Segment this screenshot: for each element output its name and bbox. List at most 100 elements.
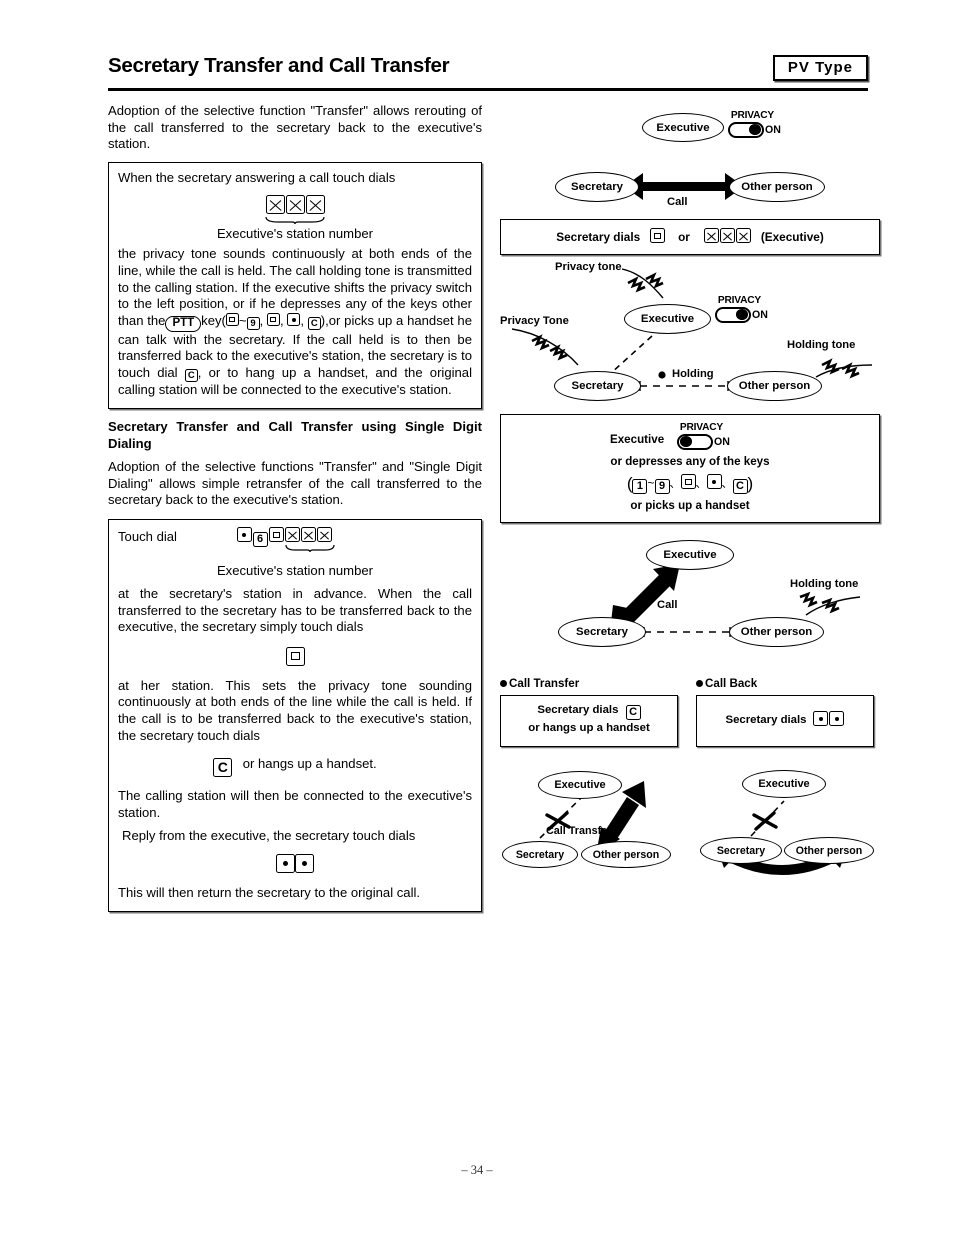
page-header: Secretary Transfer and Call Transfer PV … (108, 54, 868, 88)
node-executive: Executive (538, 771, 622, 799)
comma-separator: , (259, 312, 267, 328)
key-dot (813, 711, 829, 726)
intro-paragraph: Adoption of the selective function "Tran… (108, 103, 482, 152)
privacy-toggle[interactable] (715, 306, 751, 323)
key-zero (285, 646, 305, 666)
privacy-switch-1: PRIVACY ON (728, 110, 781, 139)
box1-body: the privacy tone sounds continuously at … (118, 246, 472, 399)
key-zero (266, 313, 280, 327)
key-dot (295, 853, 314, 873)
privacy-toggle[interactable] (728, 121, 764, 138)
brace-underline (285, 544, 335, 553)
key-x (316, 527, 332, 542)
document-page: Secretary Transfer and Call Transfer PV … (0, 0, 954, 1235)
depress-keys-line: or depresses any of the keys (610, 455, 770, 468)
node-secretary: Secretary (555, 172, 639, 202)
privacy-switch-3: PRIVACY ON (677, 422, 730, 451)
box1-key-caption: Executive's station number (216, 226, 374, 242)
key-zero (680, 474, 696, 489)
box-secretary-dials: Secretary dials or (Executive) (500, 219, 880, 255)
box2-hangup-text: or hangs up a handset. (242, 756, 377, 772)
holding-bullet (658, 371, 666, 379)
call-transfer-diagram: Executive Secretary Other person Call Tr… (500, 753, 678, 875)
or-label: or (678, 230, 690, 244)
privacy-state: ON (714, 435, 730, 448)
key-dot (706, 474, 722, 489)
toggle-knob (736, 309, 749, 320)
key-x (284, 527, 300, 542)
ideographic-comma: 、 (695, 478, 707, 490)
diagram-initial-state: Executive Secretary Other person Call PR… (500, 103, 880, 215)
key-x (703, 228, 719, 243)
toggle-knob (749, 124, 762, 135)
box2-para-4: Reply from the executive, the secretary … (122, 828, 416, 844)
key-zero (649, 228, 665, 243)
page-title: Secretary Transfer and Call Transfer (108, 54, 450, 77)
node-secretary: Secretary (502, 841, 578, 868)
type-badge: PV Type (772, 55, 868, 81)
break-x-marker (752, 811, 778, 831)
tone-bolt-top-b (645, 272, 664, 289)
key-c: C (184, 369, 198, 383)
secretary-dials-prefix: Secretary dials (537, 704, 619, 716)
label-call: Call (657, 599, 678, 611)
box2-key-caption: Executive's station number (216, 563, 374, 578)
label-privacy-tone-left: Privacy Tone (500, 315, 569, 327)
page-number: – 34 – (461, 1163, 493, 1177)
call-transfer-heading-text: Call Transfer (509, 677, 580, 690)
call-back-keys (813, 711, 845, 730)
bottom-panels: Call Transfer Secretary dials C or hangs… (500, 677, 880, 887)
box1-lead-line: When the secretary answering a call touc… (118, 169, 396, 185)
executive-privacy-row: Executive PRIVACY ON (507, 422, 873, 454)
node-executive: Executive (742, 770, 826, 798)
box1-inline-key-suffix: ),or (320, 312, 341, 328)
executive-label: Executive (610, 433, 665, 446)
box2-hangup-row: C or hangs up a handset. (118, 755, 472, 778)
key-one: 1 (632, 479, 648, 494)
node-other-person: Other person (727, 371, 822, 401)
executive-number-keys (703, 228, 751, 246)
node-executive: Executive (646, 540, 734, 570)
tone-bolt-left-a (531, 334, 550, 351)
key-nine: 9 (654, 479, 670, 494)
box2-lead-row: Touch dial 6 (118, 527, 472, 561)
label-holding-tone: Holding tone (790, 578, 859, 590)
key-x (265, 195, 285, 215)
diagram-retrieved-state: Executive Secretary Other person Call Ho… (500, 531, 880, 663)
touch-dial-box: Touch dial 6 Executive's station number … (108, 519, 482, 912)
key-x (735, 228, 751, 243)
privacy-toggle[interactable] (677, 433, 713, 450)
paren-close: ) (747, 474, 754, 493)
call-transfer-box: Secretary dials C or hangs up a handset (500, 695, 678, 747)
privacy-state: ON (752, 308, 768, 321)
diagram-holding-state: Privacy tone Privacy Tone Holding tone H… (500, 261, 880, 411)
call-transfer-heading: Call Transfer (500, 677, 678, 690)
ptt-key: PTT (165, 315, 202, 332)
key-x (285, 195, 305, 215)
key-c: C (307, 317, 321, 331)
box1-key-group (118, 195, 472, 225)
key-nine: 9 (246, 317, 260, 331)
comma-separator: , (279, 312, 288, 328)
label-privacy-tone-top: Privacy tone (555, 261, 622, 273)
box-executive-keys: Executive PRIVACY ON or depresses any of… (500, 414, 880, 523)
privacy-label: PRIVACY (730, 110, 775, 121)
tilde-separator: ~ (647, 476, 655, 490)
box2-para-5: This will then return the secretary to t… (118, 884, 421, 900)
key-c: C (625, 705, 641, 720)
sub-heading: Secretary Transfer and Call Transfer usi… (108, 419, 482, 451)
edge-exec-secretary (609, 335, 653, 375)
node-secretary: Secretary (554, 371, 641, 401)
tilde-separator: ~ (238, 312, 247, 328)
executive-key-sequence: (1 ~9、、、 C) (507, 474, 873, 494)
key-dot (236, 527, 252, 542)
node-secretary: Secretary (558, 617, 646, 647)
key-six: 6 (252, 532, 268, 547)
key-c: C (213, 758, 233, 778)
label-holding-tone: Holding tone (787, 339, 856, 351)
brace-underline (265, 217, 325, 225)
box2-para-2: at her station. This sets the privacy to… (118, 677, 472, 743)
privacy-state: ON (765, 123, 781, 136)
node-executive: Executive (642, 113, 724, 142)
call-back-heading: Call Back (696, 677, 874, 690)
